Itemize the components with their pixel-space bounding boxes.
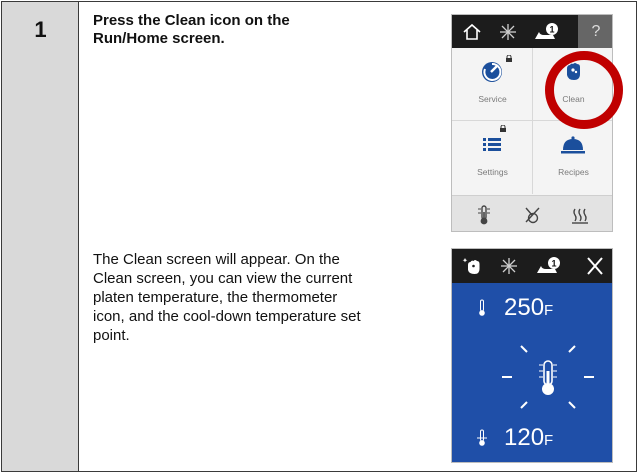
setpoint-temp-unit: F [544, 432, 554, 449]
home-bottombar [452, 195, 612, 231]
clean-topbar: 1 [452, 249, 612, 283]
lock-icon [500, 125, 506, 132]
badge-count: 1 [549, 25, 554, 35]
thermometer-icon[interactable] [474, 204, 494, 226]
current-temp-unit: F [544, 302, 554, 319]
setpoint-temperature-row: 120F [452, 421, 612, 456]
tile-recipes[interactable]: Recipes [533, 121, 612, 194]
service-icon [482, 62, 502, 82]
setpoint-temperature: 120F [504, 423, 553, 456]
clean-screen: 1 250F 120F [451, 248, 613, 463]
snowflake-icon[interactable] [498, 256, 520, 276]
tile-service[interactable]: Service [452, 48, 533, 121]
current-temperature-row: 250F [452, 291, 612, 326]
step-number: 1 [34, 17, 47, 42]
platen-alert-icon[interactable]: 1 [534, 256, 562, 276]
gauge-thermometer-icon [539, 360, 557, 395]
badge-count: 1 [551, 259, 556, 269]
snowflake-icon[interactable] [498, 22, 518, 42]
temperature-gauge [502, 345, 594, 409]
settings-list-icon [483, 138, 501, 151]
help-button[interactable]: ? [578, 15, 612, 48]
cooldown-setpoint-icon [477, 429, 487, 446]
lock-icon [506, 55, 512, 62]
step-number-column: 1 [2, 2, 79, 471]
step-description: The Clean screen will appear. On the Cle… [93, 251, 361, 344]
home-topbar: 1 ? [452, 15, 612, 48]
platen-alert-icon[interactable]: 1 [532, 22, 560, 42]
tile-label: Service [478, 94, 507, 104]
step-instruction: Press the Clean icon on the Run/Home scr… [93, 12, 290, 47]
recipes-cloche-icon [561, 136, 585, 154]
thermometer-icon [479, 299, 485, 316]
probe-off-icon[interactable] [522, 204, 542, 226]
heat-icon[interactable] [570, 204, 590, 226]
current-temperature: 250F [504, 293, 553, 326]
home-icon[interactable] [462, 22, 482, 42]
setpoint-temp-value: 120 [504, 424, 545, 451]
highlight-circle [545, 51, 623, 129]
clean-icon[interactable] [462, 256, 484, 276]
close-icon[interactable] [584, 256, 606, 276]
current-temp-value: 250 [504, 294, 545, 321]
tile-settings[interactable]: Settings [452, 121, 533, 194]
tile-label: Settings [477, 167, 508, 177]
tile-label: Recipes [558, 167, 589, 177]
